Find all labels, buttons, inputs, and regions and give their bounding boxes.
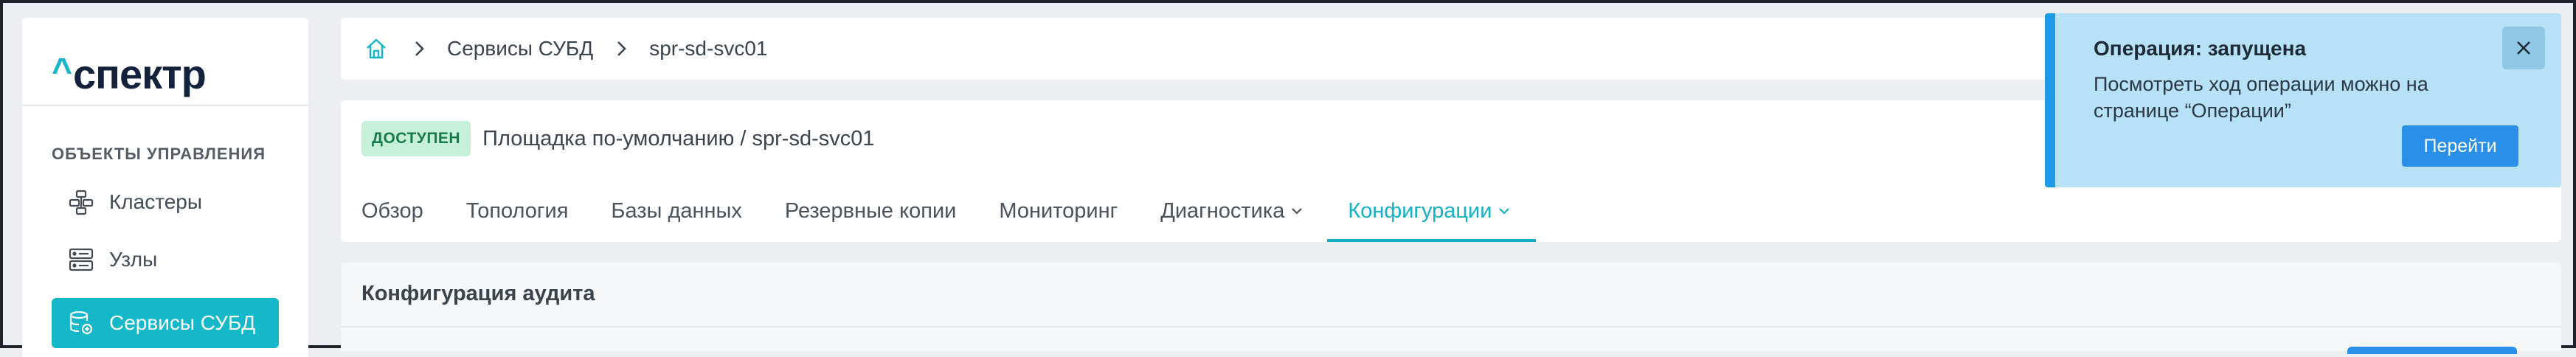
breadcrumb-item: spr-sd-svc01 (649, 37, 768, 60)
tab-label: Резервные копии (784, 198, 957, 223)
chevron-down-icon (1496, 203, 1512, 219)
tab-label: Обзор (361, 198, 423, 223)
tab-configurations[interactable]: Конфигурации (1327, 195, 1537, 242)
tab-overview[interactable]: Обзор (361, 195, 423, 227)
service-path: Площадка по-умолчанию / spr-sd-svc01 (482, 126, 875, 150)
server-icon (66, 245, 96, 274)
audit-config-section: Конфигурация аудита (341, 263, 2561, 354)
sidebar: ^спектр ОБЪЕКТЫ УПРАВЛЕНИЯ Кластеры Узлы… (22, 18, 308, 357)
service-header: ДОСТУПЕН Площадка по-умолчанию / spr-sd-… (361, 121, 874, 156)
close-icon[interactable] (2502, 27, 2545, 69)
tab-topology[interactable]: Топология (466, 195, 569, 227)
cluster-icon (66, 187, 96, 217)
tab-databases[interactable]: Базы данных (611, 195, 741, 227)
toast-title: Операция: запущена (2094, 37, 2307, 60)
tab-diagnostics[interactable]: Диагностика (1160, 195, 1305, 227)
tab-monitoring[interactable]: Мониторинг (999, 195, 1118, 227)
app-logo[interactable]: ^спектр (52, 50, 207, 98)
tab-label: Мониторинг (999, 198, 1118, 223)
sidebar-item-label: Кластеры (109, 190, 202, 213)
sidebar-item-db-services[interactable]: Сервисы СУБД (52, 298, 279, 348)
tab-label: Топология (465, 198, 569, 223)
tab-label: Диагностика (1160, 198, 1285, 223)
breadcrumb-item[interactable]: Сервисы СУБД (447, 37, 593, 60)
chevron-right-icon (412, 40, 426, 58)
sidebar-item-nodes[interactable]: Узлы (52, 235, 279, 285)
chevron-down-icon (1289, 203, 1305, 219)
status-badge: ДОСТУПЕН (361, 121, 471, 156)
logo-caret: ^ (52, 52, 72, 91)
sidebar-item-label: Узлы (109, 248, 158, 271)
tab-backups[interactable]: Резервные копии (785, 195, 956, 227)
tab-label: Конфигурации (1348, 198, 1492, 223)
chevron-right-icon (614, 40, 629, 58)
sidebar-section-title: ОБЪЕКТЫ УПРАВЛЕНИЯ (52, 145, 266, 163)
divider (341, 326, 2561, 327)
section-title: Конфигурация аудита (361, 282, 595, 305)
go-button[interactable]: Перейти (2402, 125, 2518, 167)
tab-bar: Обзор Топология Базы данных Резервные ко… (361, 195, 1555, 242)
sidebar-item-label: Сервисы СУБД (109, 311, 256, 334)
tab-label: Базы данных (611, 198, 742, 223)
database-service-icon (66, 308, 96, 338)
logo-area: ^спектр (22, 18, 308, 106)
logo-text: спектр (73, 51, 207, 97)
toast-message: Посмотреть ход операции можно на страниц… (2094, 73, 2428, 122)
sidebar-item-clusters[interactable]: Кластеры (52, 177, 279, 227)
notification-toast: Операция: запущена Посмотреть ход операц… (2045, 13, 2561, 187)
home-icon[interactable] (361, 37, 391, 60)
